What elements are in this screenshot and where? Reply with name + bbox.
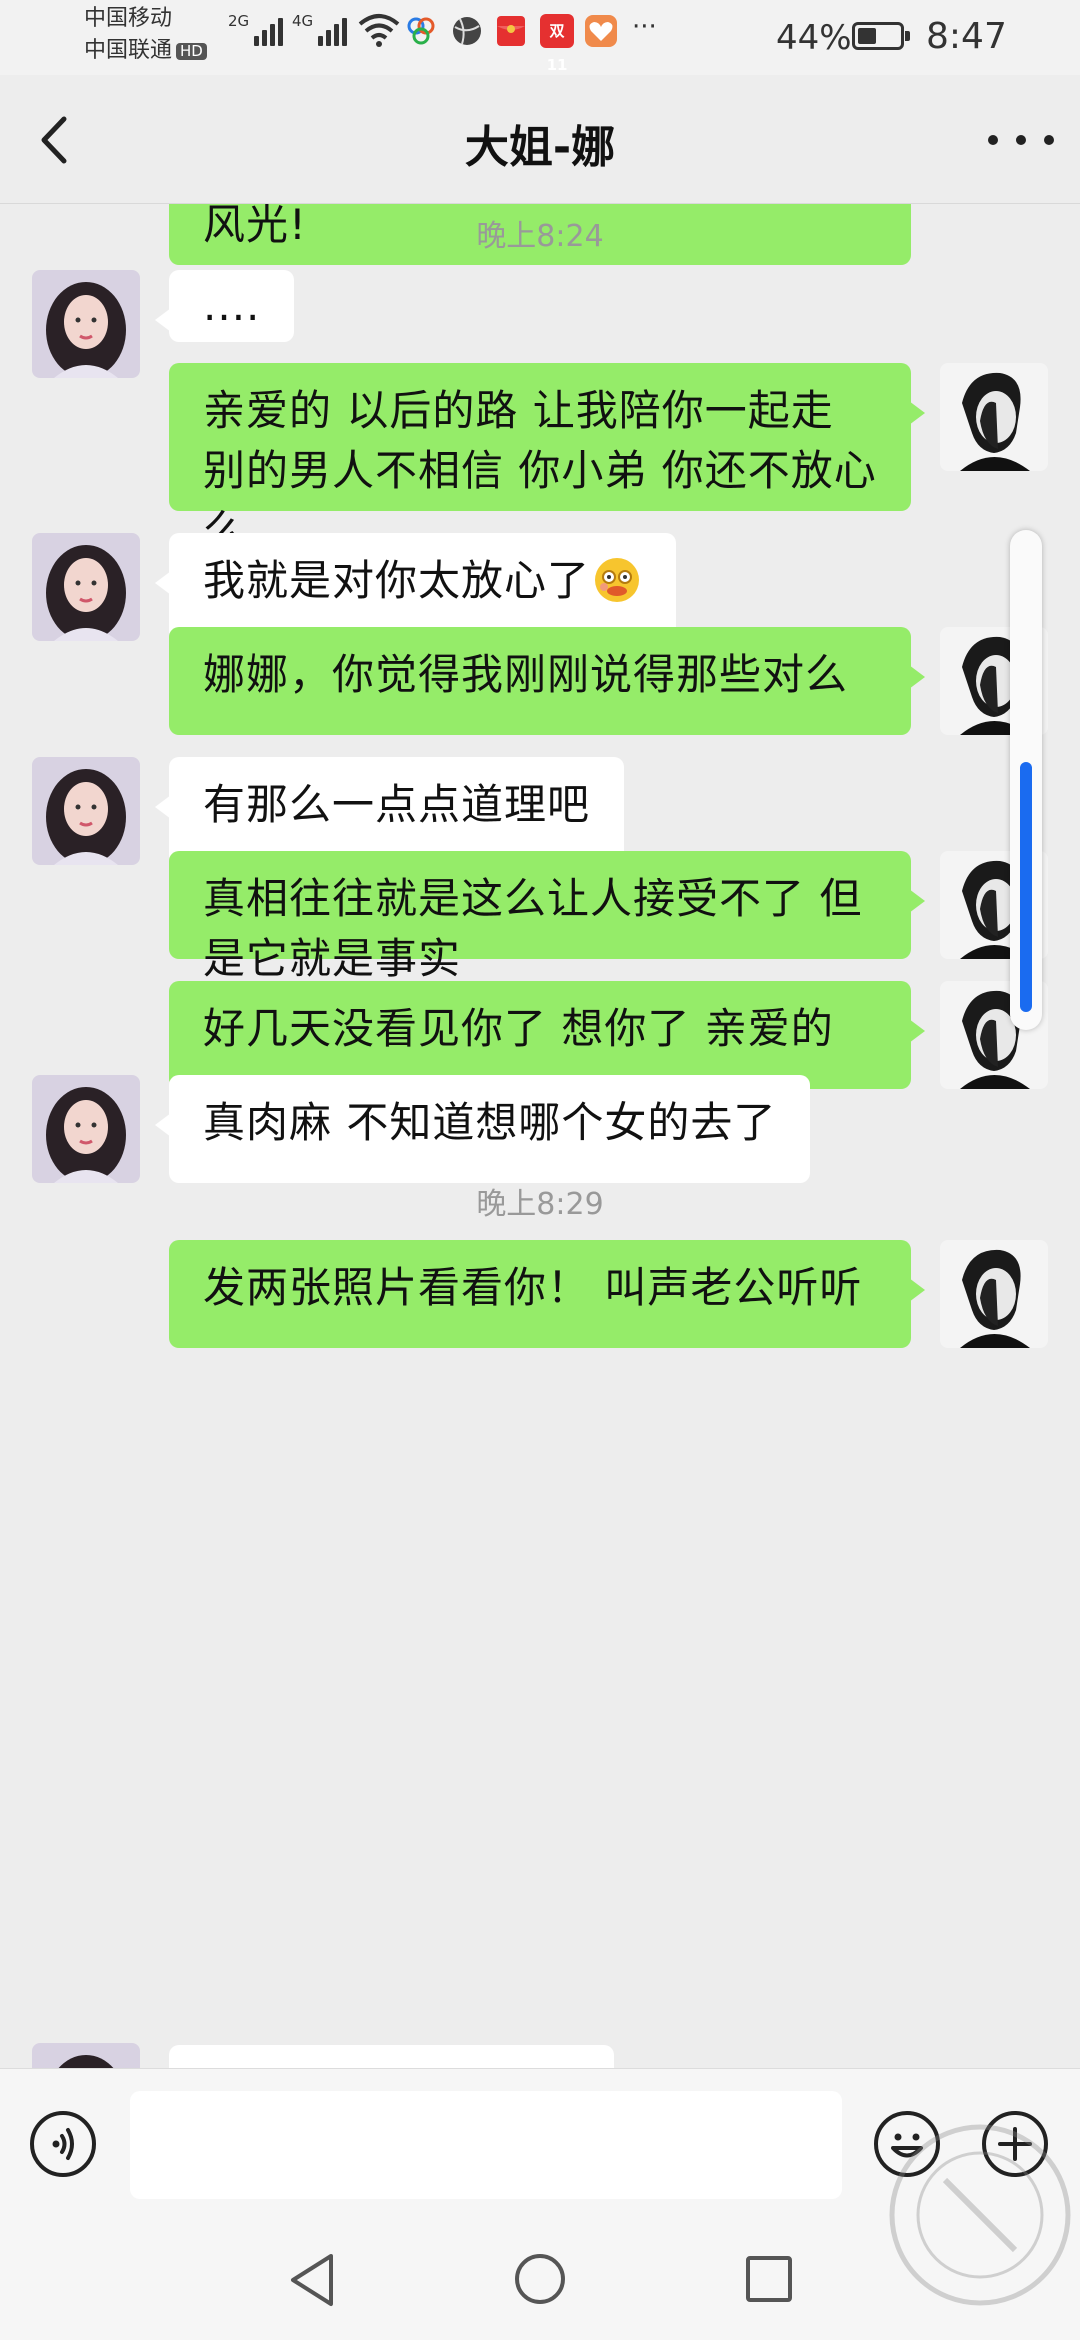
message-text: 娜娜，你觉得我刚刚说得那些对么 — [203, 650, 849, 699]
contact-avatar[interactable] — [32, 2043, 140, 2068]
emoji-face-icon — [595, 558, 640, 602]
message-bubble-outgoing[interactable]: 发两张照片看看你！ 叫声老公听听 — [169, 1240, 925, 1348]
app-heart-icon — [585, 15, 617, 47]
my-avatar[interactable] — [940, 1240, 1048, 1348]
status-bar: 中国移动 中国联通 HD 2G 4G 双11 ··· 44% 8:47 — [0, 0, 1080, 75]
nav-back-button[interactable] — [285, 2250, 339, 2310]
message-input[interactable] — [130, 2091, 842, 2199]
message-bubble-outgoing[interactable]: 亲爱的 以后的路 让我陪你一起走 别的男人不相信 你小弟 你还不放心么 — [169, 363, 925, 555]
signal-2-gen: 4G — [292, 12, 314, 30]
carrier-2: 中国联通 HD — [84, 40, 207, 62]
message-text: 好几天没看见你了 想你了 亲爱的 — [203, 1004, 834, 1053]
battery-percent: 44% — [776, 18, 852, 58]
watermark-logo — [889, 2124, 1071, 2306]
message-text: 亲爱的 以后的路 让我陪你一起走 别的男人不相信 你小弟 你还不放心么 — [203, 386, 877, 555]
contact-avatar[interactable] — [32, 1075, 140, 1183]
message-bubble-incoming[interactable] — [169, 2045, 614, 2068]
signal-2-icon: 4G — [292, 12, 348, 46]
scrollbar-thumb[interactable] — [1020, 762, 1032, 1012]
message-text: 我就是对你太放心了 — [203, 556, 591, 605]
chat-title: 大姐-娜 — [464, 122, 616, 173]
my-avatar[interactable] — [940, 363, 1048, 471]
time-divider: 晚上8:29 — [476, 1187, 604, 1222]
chat-scrollbar[interactable] — [1010, 530, 1042, 1030]
chat-area[interactable]: 风光! 晚上8:24 .... 亲爱的 以后的路 让我陪你一起走 别的男人不相信… — [0, 203, 1080, 2068]
double11-icon: 双11 — [540, 14, 574, 74]
nav-recents-button[interactable] — [746, 2256, 792, 2302]
message-bubble-outgoing[interactable]: 娜娜，你觉得我刚刚说得那些对么 — [169, 627, 925, 735]
more-button[interactable] — [988, 115, 1054, 165]
voice-button[interactable] — [30, 2111, 96, 2177]
wifi-icon — [358, 14, 400, 47]
more-notifications: ··· — [632, 12, 657, 42]
signal-1-icon: 2G — [228, 12, 284, 46]
carrier-2-label: 中国联通 — [84, 38, 173, 63]
chat-header: 大姐-娜 — [0, 75, 1080, 204]
nav-home-button[interactable] — [515, 2254, 565, 2304]
contact-avatar[interactable] — [32, 757, 140, 865]
app-clover-icon — [407, 17, 435, 45]
message-bubble-incoming[interactable]: .... — [154, 270, 295, 342]
battery-icon — [852, 22, 910, 50]
message-text: 真相往往就是这么让人接受不了 但是它就是事实 — [203, 874, 863, 983]
message-bubble-incoming[interactable]: 我就是对你太放心了 — [154, 533, 677, 641]
time-divider: 晚上8:24 — [476, 219, 604, 254]
message-bubble-incoming[interactable]: 有那么一点点道理吧 — [154, 757, 625, 865]
message-bubble-outgoing[interactable]: 好几天没看见你了 想你了 亲爱的 — [169, 981, 925, 1089]
hd-badge: HD — [176, 42, 207, 60]
voice-icon — [52, 2128, 74, 2160]
carrier-1: 中国移动 — [84, 6, 173, 31]
message-bubble-incoming[interactable]: 真肉麻 不知道想哪个女的去了 — [154, 1075, 811, 1183]
more-dots-icon — [988, 135, 998, 145]
message-text: .... — [203, 281, 261, 330]
message-bubble-outgoing[interactable]: 真相往往就是这么让人接受不了 但是它就是事实 — [169, 851, 925, 983]
contact-avatar[interactable] — [32, 270, 140, 378]
contact-avatar[interactable] — [32, 533, 140, 641]
triangle-back-icon — [291, 2254, 333, 2306]
signal-1-gen: 2G — [228, 12, 250, 30]
message-text: 发两张照片看看你！ 叫声老公听听 — [203, 1263, 863, 1312]
app-ball-icon — [453, 17, 481, 45]
battery-fill — [858, 28, 876, 44]
red-envelope-icon — [497, 16, 525, 46]
message-text: 有那么一点点道理吧 — [203, 780, 591, 829]
message-text: 真肉麻 不知道想哪个女的去了 — [203, 1098, 777, 1147]
status-time: 8:47 — [926, 16, 1007, 57]
